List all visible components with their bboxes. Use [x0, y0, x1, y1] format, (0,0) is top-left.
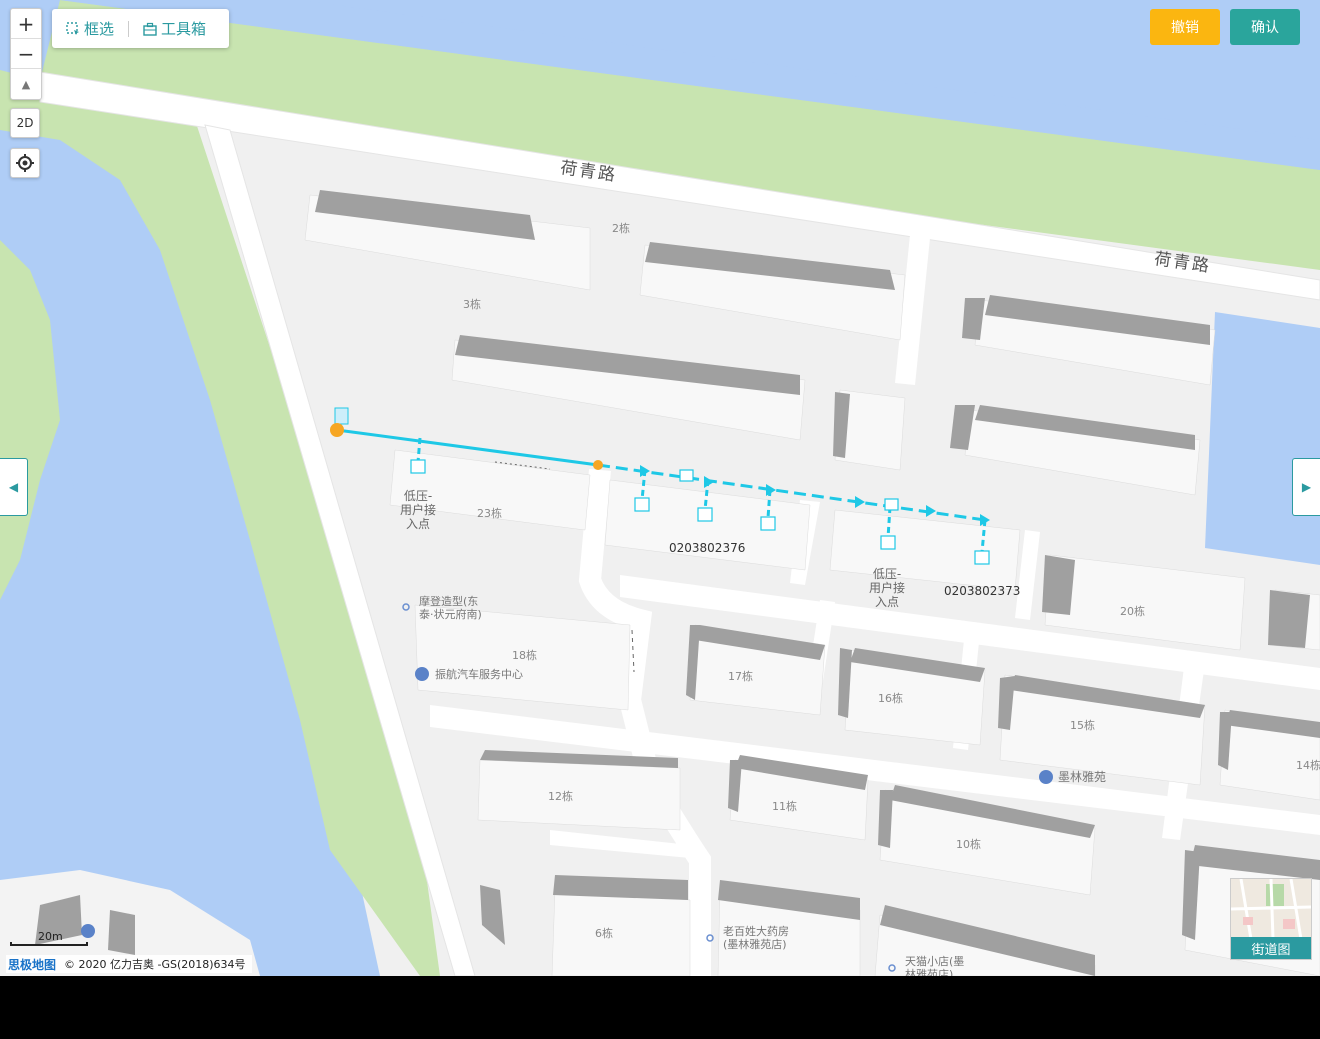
toolbox-label: 工具箱 [161, 20, 207, 38]
junction-point [593, 460, 603, 470]
zoom-in-button[interactable]: + [11, 9, 41, 39]
poi-label[interactable]: 天猫小店(墨 林雅苑店) [905, 955, 964, 976]
building-label: 18栋 [512, 649, 537, 662]
building-label: 6栋 [595, 927, 613, 940]
box-select-icon [66, 21, 79, 35]
building-label: 2栋 [612, 222, 630, 235]
poi-label[interactable]: 摩登造型(东 泰·状元府南) [419, 595, 482, 621]
poi-label[interactable]: 振航汽车服务中心 [435, 668, 523, 681]
building-label: 17栋 [728, 670, 753, 683]
node-label: 低压- 用户接 入点 [869, 567, 906, 609]
view-mode-button[interactable]: 2D [10, 108, 40, 138]
compass-button[interactable]: ▲ [11, 69, 41, 99]
box-select-tool[interactable]: 框选 [52, 18, 128, 39]
box-select-label: 框选 [84, 20, 115, 38]
map-toolbar: 框选 工具箱 [52, 9, 229, 48]
scale-bar [10, 942, 88, 946]
building-label: 16栋 [878, 692, 903, 705]
zoom-controls: + − ▲ [10, 8, 42, 100]
node-label: 低压- 用户接 入点 [400, 489, 437, 531]
junction-point [330, 423, 344, 437]
node-id-label: 0203802373 [944, 584, 1021, 598]
chevron-left-icon: ◀ [8, 480, 19, 494]
left-panel-toggle[interactable]: ◀ [0, 458, 28, 516]
building-label: 20栋 [1120, 605, 1145, 618]
confirm-button[interactable]: 确认 [1230, 9, 1300, 45]
street-map-label: 街道图 [1231, 937, 1311, 959]
poi-label[interactable]: 墨林雅苑 [1058, 771, 1106, 784]
copyright-text: © 2020 亿力吉奥 -GS(2018)634号 [64, 958, 246, 971]
toolbox-icon [143, 22, 157, 36]
building-label: 11栋 [772, 800, 797, 813]
locate-icon [16, 154, 34, 172]
map-layer [0, 0, 1320, 976]
minimap-thumbnail [1231, 879, 1311, 940]
start-marker [334, 407, 349, 425]
zoom-out-button[interactable]: − [11, 39, 41, 69]
building-label: 10栋 [956, 838, 981, 851]
node-id-label: 0203802376 [669, 541, 746, 555]
toolbox-tool[interactable]: 工具箱 [129, 18, 220, 39]
cancel-button[interactable]: 撤销 [1150, 9, 1220, 45]
chevron-right-icon: ▶ [1301, 480, 1312, 494]
building-label: 3栋 [463, 298, 481, 311]
building-label: 14栋 [1296, 759, 1320, 772]
map-brand-logo: 思极地图 [8, 957, 57, 972]
map-canvas[interactable]: 荷青路 荷青路 2栋 3栋 23栋 18栋 17栋 16栋 15栋 14栋 20… [0, 0, 1320, 976]
building-label: 23栋 [477, 507, 502, 520]
poi-label[interactable]: 老百姓大药房 (墨林雅苑店) [723, 925, 789, 951]
right-panel-toggle[interactable]: ▶ [1292, 458, 1320, 516]
street-map-switch[interactable]: 街道图 [1230, 878, 1312, 960]
map-attribution: 思极地图 © 2020 亿力吉奥 -GS(2018)634号 [6, 955, 252, 973]
building-label: 15栋 [1070, 719, 1095, 732]
locate-button[interactable] [10, 148, 40, 178]
building-label: 12栋 [548, 790, 573, 803]
